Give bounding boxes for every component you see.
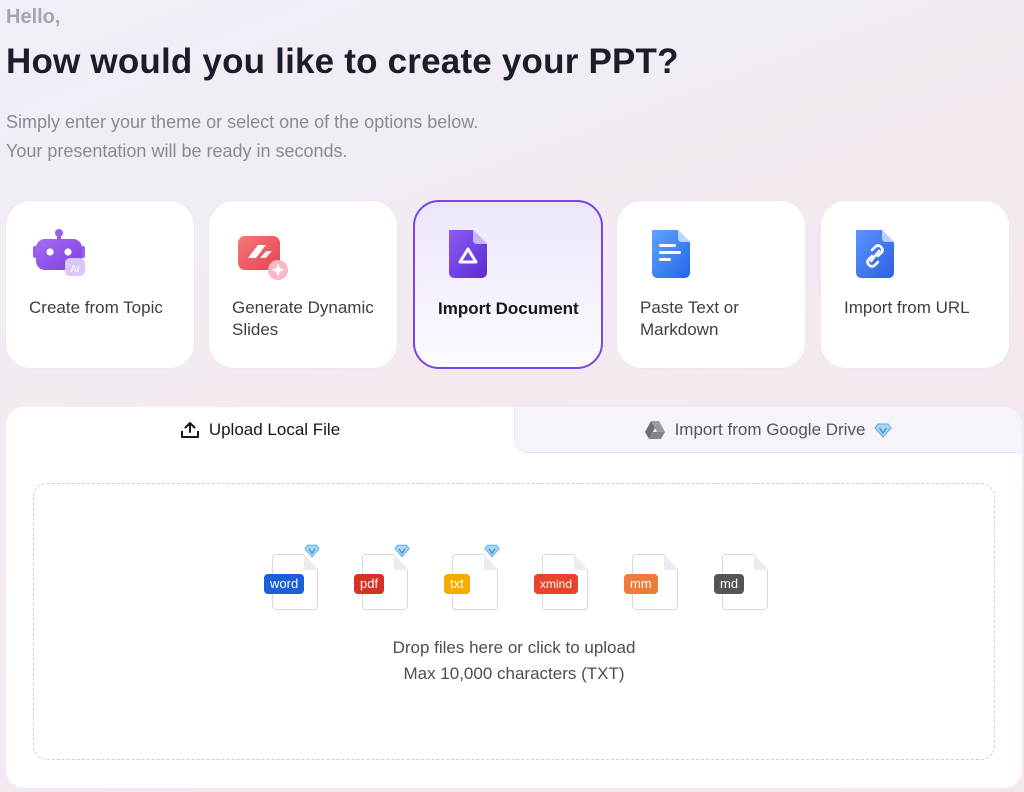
option-generate-dynamic-slides[interactable]: Generate Dynamic Slides [208,200,398,369]
subtitle-line-2: Your presentation will be ready in secon… [6,141,348,161]
dropzone-primary-text: Drop files here or click to upload [392,638,636,657]
option-create-from-topic[interactable]: AI Create from Topic [5,200,195,369]
option-label: Create from Topic [29,298,163,317]
option-label: Import from URL [844,298,970,317]
file-type-label: xmind [534,574,579,594]
page-title: How would you like to create your PPT? [6,42,679,81]
premium-gem-icon [304,544,320,558]
file-type-mm: mm [624,552,680,612]
option-label: Import Document [438,299,579,318]
tab-import-google-drive[interactable]: Import from Google Drive [514,407,1022,453]
option-paste-text-markdown[interactable]: Paste Text or Markdown [616,200,806,369]
file-type-label: mm [624,574,658,594]
upload-icon [180,422,199,438]
option-import-from-url[interactable]: Import from URL [820,200,1010,369]
premium-gem-icon [874,423,893,438]
greeting-text: Hello, [6,6,61,28]
robot-ai-icon: AI [33,229,85,276]
file-type-label: word [264,574,305,594]
premium-gem-icon [394,544,410,558]
file-type-label: md [714,574,745,594]
document-drive-icon [449,230,487,278]
tab-label: Import from Google Drive [674,420,866,439]
file-type-txt: txt [444,544,500,612]
file-type-word: word [264,544,320,612]
premium-gem-icon [484,544,500,558]
file-type-md: md [714,552,770,612]
option-label: Paste Text or Markdown [640,298,739,339]
option-label: Generate Dynamic Slides [232,298,374,339]
file-type-label: pdf [354,574,385,594]
text-document-icon [652,230,690,278]
subtitle: Simply enter your theme or select one of… [6,108,478,166]
dynamic-slides-icon [238,236,288,280]
file-type-label: txt [444,574,470,594]
dropzone-secondary-text: Max 10,000 characters (TXT) [403,664,625,683]
file-type-pdf: pdf [354,544,410,612]
file-type-xmind: xmind [534,552,590,612]
upload-panel: Upload Local File Import from Google Dri… [6,407,1022,788]
subtitle-line-1: Simply enter your theme or select one of… [6,112,479,132]
tab-upload-local-file[interactable]: Upload Local File [6,407,514,453]
link-document-icon [856,230,894,278]
google-drive-icon [644,421,665,439]
option-import-document[interactable]: Import Document [413,200,603,369]
tab-label: Upload Local File [208,420,341,439]
file-dropzone[interactable]: word pdf txt xmind mm md Drop files here… [33,483,995,760]
svg-text:AI: AI [70,264,79,275]
